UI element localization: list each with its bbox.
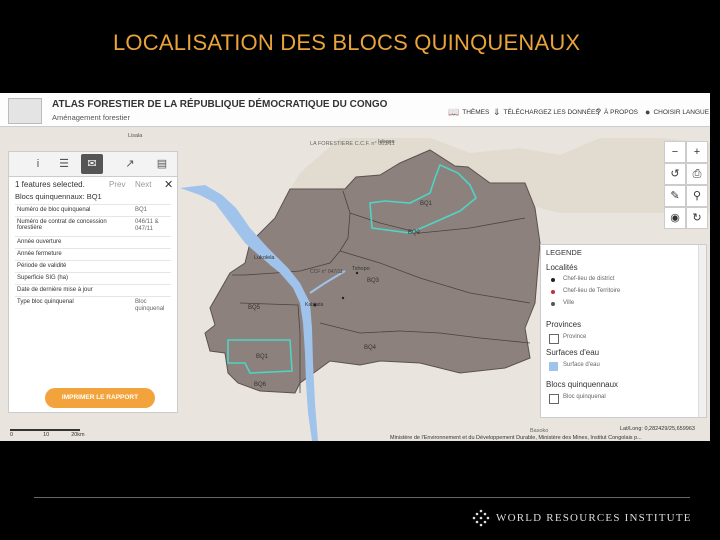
row-key: Superficie SIG (ha) bbox=[17, 275, 69, 281]
row-value: Bloc quinquenal bbox=[135, 299, 165, 312]
prev-button[interactable]: Prev bbox=[109, 180, 125, 189]
legend-scrollbar[interactable] bbox=[698, 245, 706, 417]
legend-heading: Provinces bbox=[546, 320, 582, 329]
legend-title: LEGENDE bbox=[546, 248, 582, 257]
map-legend: LEGENDE Localités Chef-lieu de district … bbox=[540, 244, 707, 418]
wri-emblem-icon bbox=[472, 509, 490, 527]
legend-item: Chef-lieu de Territoire bbox=[563, 288, 621, 294]
label-bq4: BQ4 bbox=[364, 345, 377, 351]
visibility-icon[interactable]: ◉ bbox=[664, 207, 686, 229]
label-lukolela: Lukolela bbox=[254, 255, 275, 261]
legend-item: Bloc quinquenal bbox=[563, 394, 606, 400]
row-key: Année fermeture bbox=[17, 251, 62, 257]
help-icon: ? bbox=[596, 107, 602, 117]
print-report-button[interactable]: IMPRIMER LE RAPPORT bbox=[45, 388, 155, 408]
nav-about-label: À PROPOS bbox=[604, 108, 638, 116]
legend-heading: Surfaces d'eau bbox=[546, 348, 600, 357]
attribution: Ministère de l'Environnement et du Dével… bbox=[390, 435, 642, 441]
book-icon: 📖 bbox=[448, 107, 460, 117]
layers-icon[interactable]: ☰ bbox=[53, 154, 75, 174]
scale-ten: 10 bbox=[43, 432, 50, 438]
zoom-out-button[interactable]: − bbox=[664, 141, 686, 163]
comment-tab-icon[interactable]: ✉ bbox=[81, 154, 103, 174]
app-header: ATLAS FORESTIER DE LA RÉPUBLIQUE DÉMOCRA… bbox=[0, 93, 710, 127]
info-icon[interactable]: i bbox=[27, 154, 49, 174]
zoom-in-button[interactable]: + bbox=[686, 141, 708, 163]
footer-divider bbox=[34, 497, 690, 498]
document-icon[interactable]: ▤ bbox=[151, 154, 173, 174]
label-bq2: BQ2 bbox=[408, 230, 421, 236]
nav-download[interactable]: ⇓ TÉLÉCHARGEZ LES DONNÉES bbox=[493, 107, 600, 118]
bloc-swatch-icon bbox=[549, 394, 559, 404]
label-tshopo: Tshopo bbox=[352, 266, 370, 272]
nav-download-label: TÉLÉCHARGEZ LES DONNÉES bbox=[503, 109, 600, 116]
nav-language-label: CHOISIR LANGUE bbox=[653, 108, 710, 116]
row-key: Période de validité bbox=[17, 263, 67, 269]
print-icon[interactable]: ⎙ bbox=[686, 163, 708, 185]
label-bq5: BQ5 bbox=[248, 305, 261, 311]
label-bq1: BQ1 bbox=[420, 201, 433, 207]
lat-long-readout: Lat/Long: 0,282429/25,659963 bbox=[620, 426, 695, 432]
download-icon: ⇓ bbox=[493, 107, 501, 117]
row-key: Numéro de contrat de concession forestiè… bbox=[17, 219, 107, 231]
nav-themes[interactable]: 📖 THÈMES bbox=[448, 107, 489, 118]
legend-heading: Localités bbox=[546, 263, 578, 272]
legend-item: Province bbox=[563, 334, 587, 340]
label-bq6: BQ6 bbox=[254, 382, 267, 388]
row-key: Type bloc quinquenal bbox=[17, 299, 74, 305]
nav-themes-label: THÈMES bbox=[462, 109, 490, 116]
share-icon[interactable]: ↺ bbox=[664, 163, 686, 185]
table-row: Type bloc quinquenal Bloc quinquenal bbox=[15, 296, 171, 317]
measure-icon[interactable]: ✎ bbox=[664, 185, 686, 207]
legend-item: Ville bbox=[563, 300, 575, 306]
next-button[interactable]: Next bbox=[135, 180, 151, 189]
district-dot-icon bbox=[551, 278, 555, 282]
nav-about[interactable]: ? À PROPOS bbox=[596, 107, 638, 117]
feature-info-panel: i ☰ ✉ ↗ ▤ 1 features selected. Prev Next… bbox=[8, 151, 178, 413]
chart-icon[interactable]: ↗ bbox=[119, 154, 141, 174]
comment-icon: ● bbox=[645, 107, 651, 117]
app-title: ATLAS FORESTIER DE LA RÉPUBLIQUE DÉMOCRA… bbox=[52, 99, 388, 110]
row-key: Date de dernière mise à jour bbox=[17, 287, 93, 293]
label-bq1-south: BQ1 bbox=[256, 354, 269, 360]
close-icon[interactable]: ✕ bbox=[164, 178, 173, 191]
province-swatch-icon bbox=[549, 334, 559, 344]
wri-logo: WORLD RESOURCES INSTITUTE bbox=[472, 509, 692, 527]
app-screenshot: BQ1 BQ2 BQ3 BQ4 BQ5 BQ1 BQ6 LA FORESTIER… bbox=[0, 93, 710, 441]
territory-dot-icon bbox=[551, 290, 555, 294]
slide-title: LOCALISATION DES BLOCS QUINQUENAUX bbox=[113, 30, 581, 55]
label-lisala: Lisala bbox=[128, 133, 143, 139]
label-basoko: Basoko bbox=[530, 428, 548, 434]
search-icon[interactable]: ⚲ bbox=[686, 185, 708, 207]
row-key: Année ouverture bbox=[17, 239, 62, 245]
wri-name: WORLD RESOURCES INSTITUTE bbox=[496, 512, 692, 524]
panel-tabs: i ☰ ✉ ↗ ▤ bbox=[9, 152, 177, 177]
label-bq3: BQ3 bbox=[367, 278, 380, 284]
scale-twenty: 20km bbox=[71, 432, 85, 438]
refresh-icon[interactable]: ↻ bbox=[686, 207, 708, 229]
table-row: Numéro de contrat de concession forestiè… bbox=[15, 216, 171, 237]
layer-title: Blocs quinquennaux: BQ1 bbox=[15, 192, 102, 201]
legend-item: Surface d'eau bbox=[563, 362, 600, 368]
row-value: 046/11 & 047/11 bbox=[135, 219, 159, 232]
label-ishopo: Ishopo bbox=[378, 139, 395, 145]
legend-heading: Blocs quinquennaux bbox=[546, 380, 619, 389]
row-key: Numéro de bloc quinquenal bbox=[17, 207, 91, 213]
city-dot-icon bbox=[551, 302, 555, 306]
nav-language[interactable]: ● CHOISIR LANGUE bbox=[645, 107, 709, 117]
label-ccf: CCF n° 047/11 bbox=[310, 269, 343, 275]
legend-item: Chef-lieu de district bbox=[563, 276, 615, 282]
water-swatch-icon bbox=[549, 362, 558, 371]
app-logo[interactable] bbox=[8, 98, 42, 124]
row-value: BQ1 bbox=[135, 207, 148, 213]
scale-zero: 0 bbox=[10, 432, 14, 438]
features-selected: 1 features selected. bbox=[15, 180, 85, 189]
app-subtitle: Aménagement forestier bbox=[52, 113, 130, 122]
